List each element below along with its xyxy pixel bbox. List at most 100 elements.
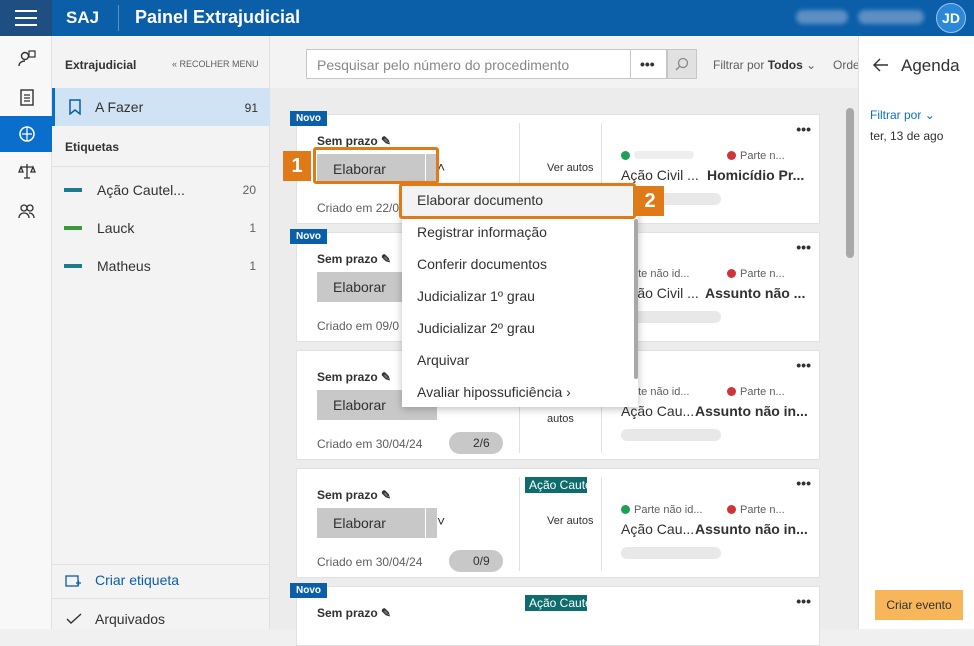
- menu-item-judicializar-2[interactable]: Judicializar 2º grau: [402, 313, 632, 345]
- archived-link[interactable]: Arquivados: [95, 611, 165, 627]
- elaborar-button[interactable]: Elaborar ˅: [317, 508, 445, 538]
- filter-prefix: Filtrar por: [713, 58, 765, 72]
- main-scrollbar[interactable]: [846, 108, 854, 258]
- menu-item-conferir-documentos[interactable]: Conferir documentos: [402, 249, 632, 281]
- hamburger-menu-icon[interactable]: [0, 0, 52, 36]
- tag-item[interactable]: Ação Cautel... 20: [52, 171, 270, 209]
- user-search-icon[interactable]: [18, 50, 36, 68]
- collapse-menu-button[interactable]: « RECOLHER MENU: [172, 59, 259, 69]
- tag-swatch: [64, 188, 82, 192]
- task-card[interactable]: Novo Sem prazo ✎ Ação Caute •••: [290, 583, 820, 646]
- menu-scrollbar[interactable]: [634, 219, 638, 379]
- chevron-down-icon: ⌄: [924, 108, 935, 122]
- tag-swatch: [64, 226, 82, 230]
- edit-icon[interactable]: ✎: [381, 370, 391, 384]
- create-event-button[interactable]: Criar evento: [875, 590, 963, 620]
- view-records-link[interactable]: Ver autos: [547, 515, 593, 527]
- divider: [519, 477, 520, 571]
- case-subject: Assunto não in...: [695, 403, 808, 419]
- deadline-label: Sem prazo ✎: [317, 606, 392, 620]
- document-count-pill[interactable]: 2/6: [449, 432, 503, 454]
- menu-item-arquivar[interactable]: Arquivar: [402, 345, 632, 377]
- view-records-link[interactable]: autos: [547, 413, 574, 425]
- search-input[interactable]: Pesquisar pelo número do procedimento: [306, 49, 631, 79]
- view-records-link[interactable]: Ver autos: [547, 162, 593, 174]
- card-more-icon[interactable]: •••: [796, 593, 811, 609]
- deadline-label: Sem prazo ✎: [317, 252, 392, 266]
- search-icon: [675, 57, 689, 71]
- blurred-info: [858, 10, 924, 24]
- party-2: Parte n...: [727, 504, 785, 516]
- tag-count: 20: [242, 183, 256, 197]
- blurred-info: [796, 10, 848, 24]
- document-count-pill[interactable]: 0/9: [449, 550, 503, 572]
- edit-icon[interactable]: ✎: [381, 488, 391, 502]
- filter-dropdown[interactable]: Filtrar por Todos ⌄: [713, 58, 816, 72]
- created-date: Criado em 09/0: [317, 319, 400, 333]
- case-subject: Assunto não in...: [695, 521, 808, 537]
- agenda-title: Agenda: [901, 56, 960, 75]
- tags-section-title: Etiquetas: [65, 140, 120, 154]
- tag-item[interactable]: Matheus 1: [52, 247, 270, 285]
- search-button[interactable]: [667, 49, 697, 79]
- divider: [52, 598, 270, 599]
- clipboard-icon[interactable]: [18, 88, 36, 106]
- bookmark-icon: [69, 99, 81, 115]
- highlight-elaborar: [313, 147, 439, 184]
- created-date: Criado em 22/0: [317, 201, 400, 215]
- card-more-icon[interactable]: •••: [796, 239, 811, 255]
- scales-icon[interactable]: [18, 162, 36, 180]
- header-divider: [118, 5, 119, 31]
- edit-icon[interactable]: ✎: [381, 134, 391, 148]
- created-date: Criado em 30/04/24: [317, 437, 423, 451]
- side-nav: Extrajudicial « RECOLHER MENU A Fazer 91…: [52, 36, 270, 629]
- deadline-label: Sem prazo ✎: [317, 134, 392, 148]
- icon-rail: [0, 36, 52, 629]
- menu-item-registrar-informacao[interactable]: Registrar informação: [402, 217, 632, 249]
- case-class: Ação Cau...: [621, 521, 695, 537]
- card-more-icon[interactable]: •••: [796, 121, 811, 137]
- order-dropdown[interactable]: Orde: [833, 58, 860, 72]
- party-1: [621, 150, 694, 162]
- app-title: Painel Extrajudicial: [135, 7, 301, 27]
- nav-item-count: 91: [244, 101, 258, 115]
- tag-count: 1: [249, 221, 256, 235]
- user-avatar[interactable]: JD: [936, 3, 966, 33]
- tag-label: Ação Caute: [525, 477, 587, 493]
- blurred-info: [621, 547, 721, 559]
- party-1: Parte não id...: [621, 504, 703, 516]
- create-tag-link[interactable]: Criar etiqueta: [95, 572, 179, 588]
- nav-item-a-fazer[interactable]: A Fazer 91: [52, 88, 270, 126]
- party-2: Parte n...: [727, 150, 785, 162]
- edit-icon[interactable]: ✎: [381, 606, 391, 620]
- more-options-button[interactable]: •••: [631, 49, 667, 79]
- blurred-info: [621, 429, 721, 441]
- tag-label: Lauck: [97, 220, 135, 236]
- nav-header: Extrajudicial: [65, 58, 137, 72]
- tag-label: Ação Caute: [525, 595, 587, 611]
- card-more-icon[interactable]: •••: [796, 357, 811, 373]
- new-badge: Novo: [290, 583, 327, 598]
- tag-item[interactable]: Lauck 1: [52, 209, 270, 247]
- case-subject: Homicídio Pr...: [707, 167, 805, 183]
- new-badge: Novo: [290, 229, 327, 244]
- toolbar: Pesquisar pelo número do procedimento ••…: [270, 36, 860, 88]
- task-card[interactable]: Sem prazo ✎ Elaborar ˅ Criado em 30/04/24…: [296, 468, 820, 578]
- agenda-filter[interactable]: Filtrar por ⌄: [870, 108, 935, 122]
- divider: [52, 564, 270, 565]
- handshake-globe-icon[interactable]: [18, 125, 36, 143]
- menu-item-judicializar-1[interactable]: Judicializar 1º grau: [402, 281, 632, 313]
- tag-label: Ação Cautel...: [97, 182, 185, 198]
- step-badge-2: 2: [636, 186, 664, 216]
- check-icon: [66, 613, 82, 624]
- card-more-icon[interactable]: •••: [796, 475, 811, 491]
- more-dots-icon: •••: [640, 56, 655, 72]
- search-placeholder: Pesquisar pelo número do procedimento: [317, 57, 570, 73]
- divider: [601, 477, 602, 571]
- top-bar: SAJ Painel Extrajudicial JD: [0, 0, 974, 36]
- menu-item-avaliar-hipossuficiencia[interactable]: Avaliar hipossuficiência ›: [402, 377, 632, 409]
- back-arrow-icon[interactable]: [873, 58, 889, 72]
- chevron-down-icon[interactable]: ˅: [425, 508, 457, 538]
- people-icon[interactable]: [18, 202, 36, 220]
- edit-icon[interactable]: ✎: [381, 252, 391, 266]
